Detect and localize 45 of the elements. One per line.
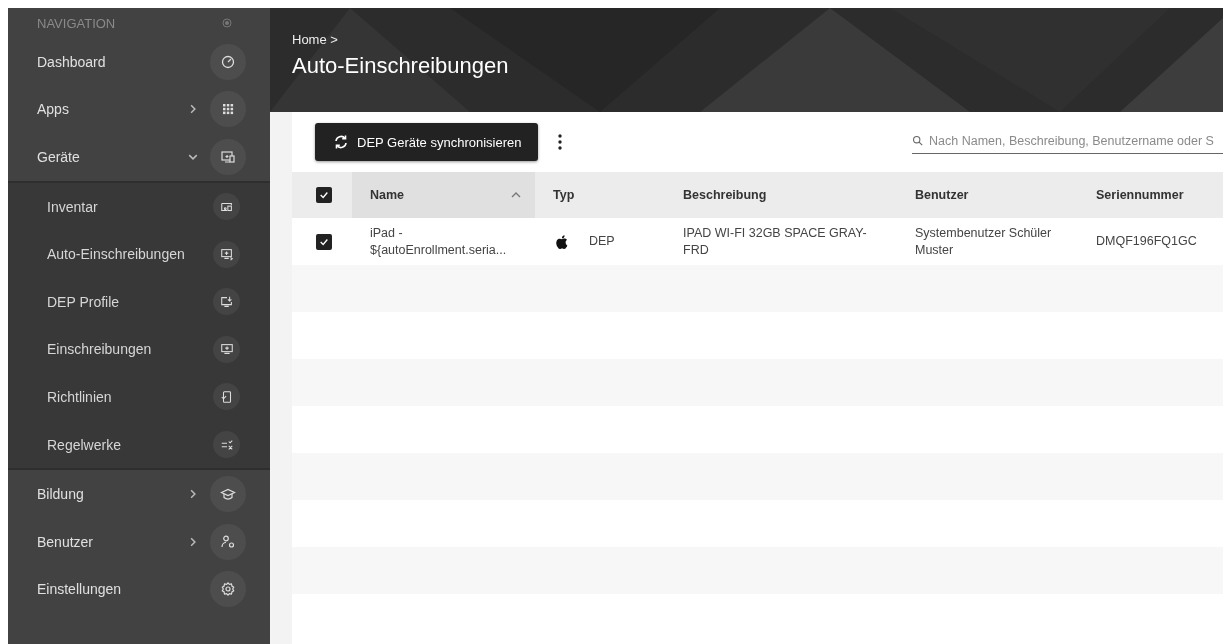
type-label: DEP xyxy=(589,233,615,250)
document-check-icon xyxy=(219,389,234,404)
sidebar-subitem[interactable]: Auto-Einschreibungen xyxy=(8,230,270,278)
select-all-checkbox[interactable] xyxy=(316,187,332,203)
table-cell: DMQF196FQ1GC xyxy=(1078,218,1223,265)
column-header[interactable]: Beschreibung xyxy=(665,172,897,218)
sidebar-item[interactable]: Dashboard xyxy=(8,38,270,86)
table-cell: iPad - ${autoEnrollment.seria... xyxy=(352,218,535,265)
check-icon xyxy=(319,236,329,247)
column-header[interactable]: Typ xyxy=(535,172,665,218)
sync-button[interactable]: DEP Geräte synchronisieren xyxy=(315,123,538,161)
navigation-heading: NAVIGATION xyxy=(37,15,116,31)
column-header[interactable]: Name xyxy=(352,172,535,218)
monitor-plus-icon xyxy=(219,342,234,357)
list-check-icon xyxy=(219,437,234,452)
sync-icon xyxy=(333,134,349,150)
sort-up-icon xyxy=(511,191,521,199)
sidebar-subitem[interactable]: DEP Profile xyxy=(8,277,270,326)
sidebar-item[interactable]: Bildung xyxy=(8,470,270,518)
devices-icon xyxy=(220,149,236,165)
sidebar-subitem[interactable]: Einschreibungen xyxy=(8,325,270,374)
settings-icon xyxy=(220,581,236,598)
sidebar-item[interactable]: Einstellungen xyxy=(8,565,270,614)
kebab-icon xyxy=(557,134,562,150)
sidebar-subitem[interactable]: Richtlinien xyxy=(8,373,270,421)
sidebar-item[interactable]: Geräte xyxy=(8,133,270,181)
row-checkbox[interactable] xyxy=(316,233,332,250)
gauge-icon xyxy=(220,53,236,70)
radio-dot-icon xyxy=(222,18,232,28)
check-icon xyxy=(319,190,329,200)
page-title: Auto-Einschreibungen xyxy=(292,53,510,79)
sidebar-subitem[interactable]: Regelwerke xyxy=(8,420,270,469)
column-header[interactable]: Seriennummer xyxy=(1078,172,1223,218)
breadcrumb-link[interactable]: Home > xyxy=(292,32,1223,47)
sidebar-item[interactable]: Apps xyxy=(8,85,270,134)
sidebar-subitem[interactable]: Inventar xyxy=(8,182,270,231)
sidebar-item[interactable]: Benutzer xyxy=(8,517,270,566)
table-cell: Systembenutzer Schüler Muster xyxy=(897,218,1078,265)
monitor-plus-icon xyxy=(219,247,234,262)
user-gear-icon xyxy=(220,533,236,550)
monitor-download-icon xyxy=(219,294,234,309)
search-icon xyxy=(912,135,923,146)
column-header[interactable]: Benutzer xyxy=(897,172,1078,218)
graduation-cap-icon xyxy=(220,486,236,503)
table-cell: IPAD WI-FI 32GB SPACE GRAY-FRD xyxy=(665,218,897,265)
